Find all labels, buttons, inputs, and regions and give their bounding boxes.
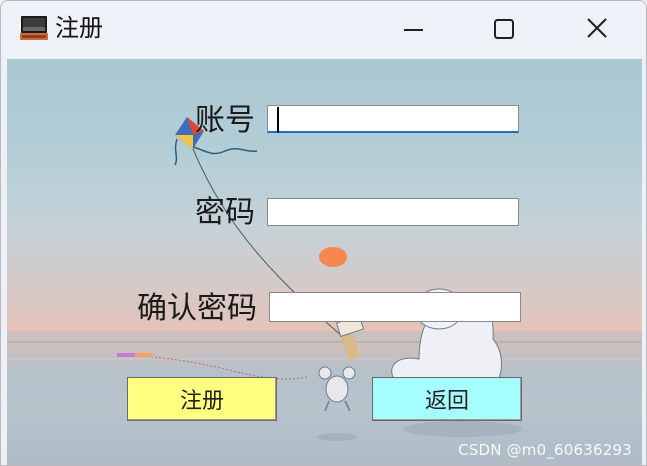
close-icon — [587, 18, 607, 38]
register-window: 注册 账号 密码 确认密码 注册 返回 CSDN @m0_60636293 — [0, 0, 647, 466]
back-button[interactable]: 返回 — [372, 377, 522, 421]
text-caret — [277, 107, 279, 133]
minimize-button[interactable] — [394, 11, 434, 47]
maximize-button[interactable] — [484, 11, 524, 47]
close-button[interactable] — [577, 11, 617, 47]
register-button[interactable]: 注册 — [127, 377, 277, 421]
maximize-icon — [494, 19, 514, 39]
password-label: 密码 — [195, 195, 255, 230]
confirm-password-input[interactable] — [269, 292, 521, 322]
app-window-icon — [20, 16, 48, 40]
window-title: 注册 — [55, 14, 103, 42]
watermark-text: CSDN @m0_60636293 — [458, 441, 632, 459]
account-label: 账号 — [195, 103, 255, 138]
form-area: 账号 密码 确认密码 注册 返回 CSDN @m0_60636293 — [7, 59, 642, 465]
title-bar[interactable]: 注册 — [1, 1, 646, 57]
minimize-icon — [404, 29, 423, 31]
account-input[interactable] — [267, 105, 519, 133]
confirm-password-label: 确认密码 — [137, 291, 257, 326]
password-input[interactable] — [267, 198, 519, 226]
